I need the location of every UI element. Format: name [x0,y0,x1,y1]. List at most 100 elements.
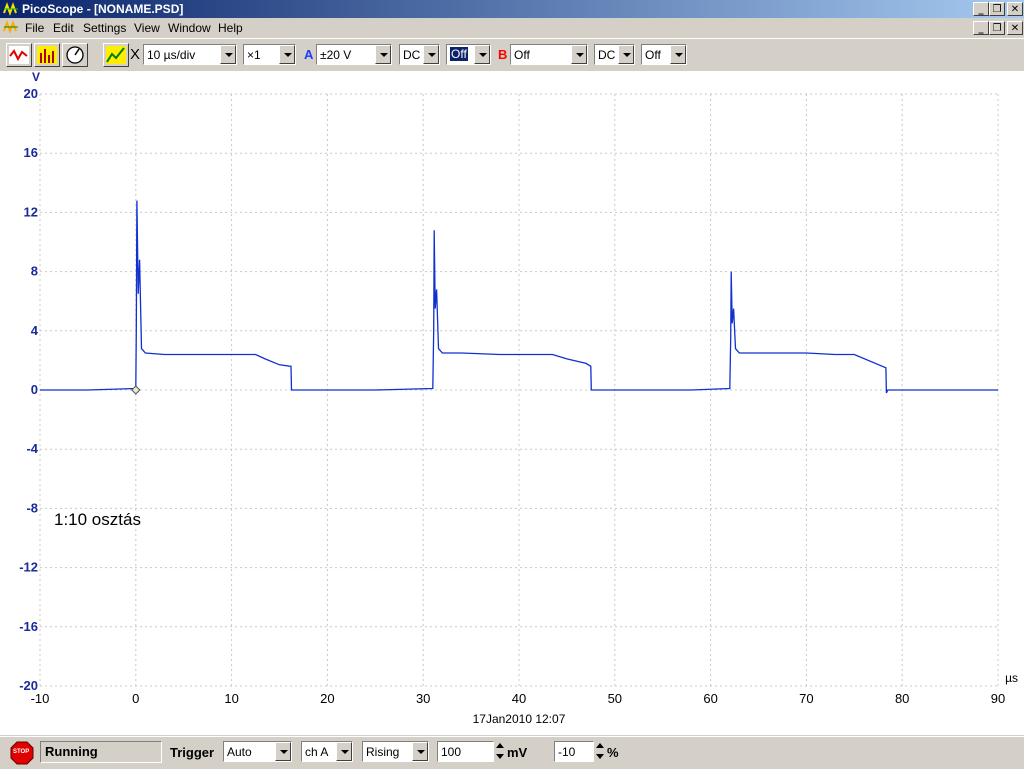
window-title: PicoScope - [NONAME.PSD] [22,2,184,16]
menu-edit[interactable]: Edit [53,21,74,35]
x-tick-label: -10 [31,691,50,706]
chevron-down-icon[interactable] [412,742,428,761]
channel-b-coupling: DC [598,48,616,62]
y-tick-label: -12 [19,560,38,575]
timebase-select[interactable]: 10 µs/div [143,44,237,65]
spin-up-icon[interactable] [596,743,604,748]
trigger-edge-select[interactable]: Rising [362,741,429,762]
y-tick-label: 16 [24,145,38,160]
meter-mode-button[interactable] [62,43,88,67]
x-tick-label: 70 [799,691,813,706]
signal-generator-button[interactable] [103,43,129,67]
spin-up-icon[interactable] [496,743,504,748]
channel-b-option-select[interactable]: Off [641,44,687,65]
x-tick-label: 0 [132,691,139,706]
x-tick-label: 90 [991,691,1005,706]
spectrum-mode-button[interactable] [34,43,60,67]
menu-help[interactable]: Help [218,21,243,35]
channel-a-range-select[interactable]: ±20 V [316,44,392,65]
chevron-down-icon[interactable] [423,45,439,64]
minimize-button[interactable]: _ [973,2,989,16]
restore-button[interactable]: ❐ [989,2,1005,16]
y-tick-label: 12 [24,204,38,219]
chevron-down-icon[interactable] [375,45,391,64]
menu-window[interactable]: Window [168,21,211,35]
doc-close-button[interactable]: ✕ [1007,21,1023,35]
channel-a-range: ±20 V [320,48,352,62]
threshold-value: 100 [441,745,462,759]
channel-b-coupling-select[interactable]: DC [594,44,635,65]
run-state: Running [45,744,98,759]
x-tick-label: 40 [512,691,526,706]
trigger-mode-select[interactable]: Auto [223,741,292,762]
x-tick-label: 80 [895,691,909,706]
y-tick-label: -16 [19,619,38,634]
channel-b-label: B [498,47,508,62]
chevron-down-icon[interactable] [571,45,587,64]
title-bar: PicoScope - [NONAME.PSD] _ ❐ ✕ [0,0,1024,18]
spin-down-icon[interactable] [496,754,504,759]
trigger-edge: Rising [366,745,400,759]
y-tick-label: 8 [31,264,38,279]
delay-value: -10 [558,745,576,759]
y-unit-label: V [32,71,40,84]
chevron-down-icon[interactable] [670,45,686,64]
oscilloscope-plot[interactable]: 20 16 12 8 4 0 -4 -8 -12 -16 -20 -10 0 10 20 30 40 50 60 70… [0,71,1024,735]
y-tick-label: -8 [26,500,38,515]
menu-file[interactable]: File [25,21,44,35]
x-tick-label: 10 [224,691,238,706]
chart-timestamp: 17Jan2010 12:07 [473,712,566,726]
doc-minimize-button[interactable]: _ [973,21,989,35]
timebase-marker: X [130,46,141,63]
document-icon[interactable] [3,19,19,35]
channel-a-option-select[interactable]: Off [446,44,491,65]
chevron-down-icon[interactable] [220,45,236,64]
channel-a-label: A [304,47,314,62]
delay-spinner[interactable] [594,740,606,764]
spectrum-icon [37,46,57,64]
stop-icon-text: STOP [13,749,30,755]
x-tick-label: 20 [320,691,334,706]
zoom-value: ×1 [247,48,261,62]
picoscope-app-icon [3,2,18,16]
channel-a-coupling-select[interactable]: DC [399,44,440,65]
channel-b-option: Off [645,48,661,62]
chevron-down-icon[interactable] [474,45,490,64]
zoom-select[interactable]: ×1 [243,44,296,65]
spin-down-icon[interactable] [596,754,604,759]
channel-b-range-select[interactable]: Off [510,44,588,65]
close-button[interactable]: ✕ [1007,2,1023,16]
chevron-down-icon[interactable] [336,742,352,761]
x-tick-label: 60 [703,691,717,706]
chevron-down-icon[interactable] [279,45,295,64]
scope-mode-button[interactable] [6,43,32,67]
waveform-icon [106,46,126,64]
y-tick-label: 4 [31,323,39,338]
threshold-unit: mV [507,745,528,760]
trigger-channel-select[interactable]: ch A [301,741,353,762]
trigger-marker-icon [131,385,141,395]
trigger-channel: ch A [305,745,329,759]
menu-view[interactable]: View [134,21,160,35]
y-tick-label: -4 [26,441,38,456]
chevron-down-icon[interactable] [275,742,291,761]
toolbar: X 10 µs/div ×1 A ±20 V DC Off B Off DC O… [0,38,1024,72]
timebase-value: 10 µs/div [147,48,196,62]
chart-annotation: 1:10 osztás [54,510,141,529]
menu-settings[interactable]: Settings [83,21,126,35]
chevron-down-icon[interactable] [618,45,634,64]
y-tick-label: 0 [31,382,38,397]
delay-input[interactable]: -10 [554,741,594,762]
run-state-box: Running [40,741,162,763]
x-tick-label: 30 [416,691,430,706]
stop-button[interactable]: STOP [10,741,34,765]
doc-restore-button[interactable]: ❐ [989,21,1005,35]
menu-bar: File Edit Settings View Window Help _ ❐ … [0,18,1024,37]
threshold-input[interactable]: 100 [437,741,494,762]
delay-unit: % [607,745,619,760]
scope-chart: 201612840-4-8-12-16-20-10 0 10 20 30 40 50 60 70… [19,71,1018,726]
status-bar: STOP Running Trigger Auto ch A Rising 10… [0,736,1024,769]
x-tick-label: 50 [608,691,622,706]
threshold-spinner[interactable] [494,740,506,764]
channel-a-option: Off [450,47,468,61]
